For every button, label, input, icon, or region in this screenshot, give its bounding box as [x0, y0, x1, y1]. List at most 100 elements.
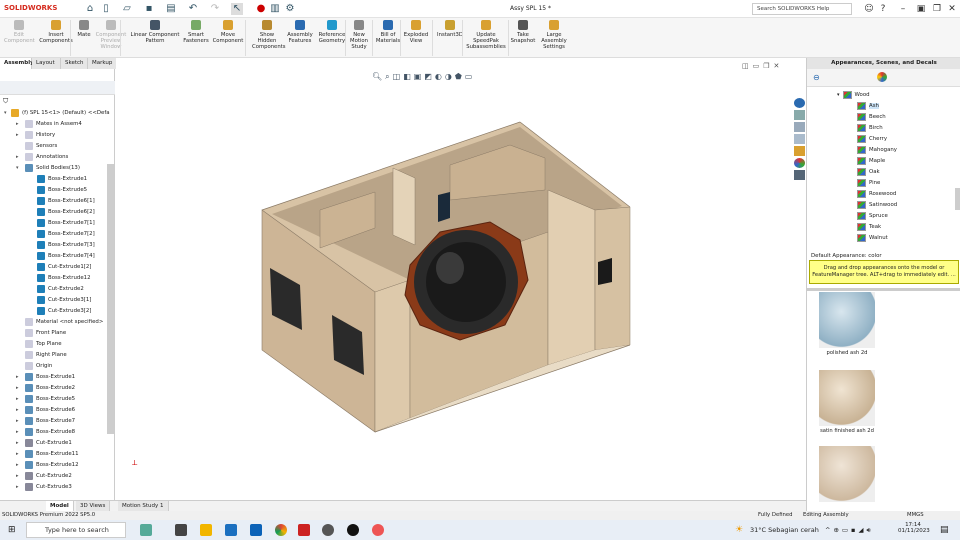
expand-toggle-icon[interactable]: ▸ [16, 405, 19, 416]
wood-mahogany[interactable]: Mahogany [857, 145, 897, 156]
notifications-icon[interactable]: ▤ [940, 525, 949, 535]
tree-item[interactable]: ▸ Boss-Extrude11 [16, 449, 79, 460]
tree-item[interactable]: Cut-Extrude1[2] [37, 262, 91, 273]
component-preview-window-button[interactable]: Component Preview Window [94, 20, 128, 51]
tree-root[interactable]: ▾ (f) SPL 15<1> (Default) <<Defa [4, 108, 110, 119]
new-motion-study-button[interactable]: New Motion Study [348, 20, 370, 51]
tree-item[interactable]: Boss-Extrude7[4] [37, 251, 95, 262]
tree-item[interactable]: ▸ Boss-Extrude5 [16, 394, 75, 405]
unit-system[interactable]: MMGS [907, 511, 924, 520]
tree-item[interactable]: Boss-Extrude6[2] [37, 207, 95, 218]
smart-fasteners-button[interactable]: Smart Fasteners [182, 20, 210, 44]
tree-item[interactable]: Origin [25, 361, 52, 372]
tree-item[interactable]: Boss-Extrude7[1] [37, 218, 95, 229]
tree-item[interactable]: Front Plane [25, 328, 66, 339]
wood-beech[interactable]: Beech [857, 112, 886, 123]
edit-component-button[interactable]: Edit Component [4, 20, 35, 44]
solidworks-taskbar-icon[interactable] [298, 524, 310, 536]
speaker-box-model[interactable] [116, 58, 806, 500]
tile-button[interactable]: ▣ [914, 2, 928, 16]
tab-assembly[interactable]: Assembly [0, 58, 34, 69]
user-icon[interactable]: ☺ [862, 2, 876, 16]
print-icon[interactable]: ▤ [165, 3, 177, 15]
insert-components-button[interactable]: Insert Components [38, 20, 74, 44]
help-search-input[interactable]: Search SOLIDWORKS Help [752, 3, 852, 15]
bottom-tab-motion-study-1[interactable]: Motion Study 1 [118, 501, 169, 511]
expand-toggle-icon[interactable]: ▸ [16, 427, 19, 438]
mate-button[interactable]: Mate [76, 20, 92, 38]
undo-icon[interactable]: ↶ [187, 3, 199, 15]
expand-toggle-icon[interactable]: ▸ [16, 130, 19, 141]
help-icon[interactable]: ? [876, 2, 890, 16]
wood-oak[interactable]: Oak [857, 167, 880, 178]
expand-toggle-icon[interactable]: ▸ [16, 482, 19, 493]
expand-toggle-icon[interactable]: ▸ [16, 383, 19, 394]
minimize-button[interactable]: – [896, 2, 910, 16]
home-icon[interactable]: ⌂ [84, 3, 96, 15]
bottom-tab-model[interactable]: Model [46, 501, 74, 511]
thumbnail-ash[interactable] [819, 446, 875, 502]
linear-component-pattern-button[interactable]: Linear Component Pattern [130, 20, 180, 44]
tree-item[interactable]: ▸ Boss-Extrude2 [16, 383, 75, 394]
wood-spruce[interactable]: Spruce [857, 211, 888, 222]
file-properties-icon[interactable]: ▥ [269, 3, 281, 15]
tree-item[interactable]: Boss-Extrude6[1] [37, 196, 95, 207]
folder-wood[interactable]: ▾ Wood [837, 90, 870, 101]
graphics-viewport[interactable]: 🔍︎⌕◫◧▣◩◐◑⬟▭ ◫▭❐✕ ⟂ [116, 58, 806, 500]
exploded-view-button[interactable]: Exploded View [402, 20, 430, 44]
take-snapshot-button[interactable]: Take Snapshot [510, 20, 536, 44]
expand-toggle-icon[interactable]: ▸ [16, 152, 19, 163]
expand-toggle-icon[interactable]: ▸ [16, 460, 19, 471]
back-icon[interactable]: ⊖ [813, 73, 820, 82]
expand-toggle-icon[interactable]: ▸ [16, 394, 19, 405]
tree-item[interactable]: Cut-Extrude3[1] [37, 295, 91, 306]
tree-item[interactable]: Boss-Extrude5 [37, 185, 87, 196]
tab-layout[interactable]: Layout [32, 58, 61, 69]
tree-item[interactable]: Sensors [25, 141, 57, 152]
file-explorer-icon[interactable] [200, 524, 212, 536]
obs-icon[interactable] [347, 524, 359, 536]
tree-item[interactable]: Boss-Extrude1 [37, 174, 87, 185]
filter-icon[interactable]: ⛉ [3, 97, 8, 106]
move-component-button[interactable]: Move Component [212, 20, 244, 44]
wood-walnut[interactable]: Walnut [857, 233, 888, 244]
weather-text[interactable]: 31°C Sebagian cerah [750, 526, 819, 534]
update-speedpak-subassemblies-button[interactable]: Update SpeedPak Subassemblies [466, 20, 506, 51]
tree-item[interactable]: ▾ Solid Bodies(13) [16, 163, 80, 174]
wood-ash[interactable]: Ash [857, 101, 879, 112]
tree-item[interactable]: ▸ Boss-Extrude6 [16, 405, 75, 416]
thumbnail-satin-ash[interactable] [819, 370, 875, 426]
weather-icon[interactable]: ☀ [735, 525, 743, 535]
widgets-icon[interactable] [140, 524, 152, 536]
expand-toggle-icon[interactable]: ▸ [16, 119, 19, 130]
tree-item[interactable]: ▸ Boss-Extrude7 [16, 416, 75, 427]
reference-geometry-button[interactable]: Reference Geometry [316, 20, 348, 44]
tree-item[interactable]: ▸ History [16, 130, 55, 141]
tree-item[interactable]: ▸ Boss-Extrude8 [16, 427, 75, 438]
tree-item[interactable]: Boss-Extrude7[2] [37, 229, 95, 240]
tab-sketch[interactable]: Sketch [61, 58, 88, 69]
tree-item[interactable]: ▸ Boss-Extrude1 [16, 372, 75, 383]
task-view-icon[interactable] [175, 524, 187, 536]
rebuild-icon[interactable]: ● [255, 3, 267, 15]
pane-toolbar[interactable]: ⊖ [807, 69, 960, 87]
tree-item[interactable]: ▸ Cut-Extrude3 [16, 482, 72, 493]
panel-tabs-toolbar[interactable] [0, 81, 115, 95]
tree-item[interactable]: Top Plane [25, 339, 62, 350]
wood-satinwood[interactable]: Satinwood [857, 200, 897, 211]
wood-maple[interactable]: Maple [857, 156, 885, 167]
tree-item[interactable]: ▸ Annotations [16, 152, 68, 163]
tree-item[interactable]: Right Plane [25, 350, 67, 361]
tree-item[interactable]: ▸ Cut-Extrude2 [16, 471, 72, 482]
expand-toggle-icon[interactable]: ▾ [16, 163, 19, 174]
settings-icon[interactable] [322, 524, 334, 536]
save-icon[interactable]: ▪ [143, 3, 155, 15]
expand-toggle-icon[interactable]: ▸ [16, 416, 19, 427]
bottom-tab-3d-views[interactable]: 3D Views [76, 501, 111, 511]
close-button[interactable]: ✕ [945, 2, 959, 16]
tree-item[interactable]: Cut-Extrude2 [37, 284, 84, 295]
splitter[interactable] [807, 288, 960, 291]
restore-button[interactable]: ❐ [930, 2, 944, 16]
tree-item[interactable]: Material <not specified> [25, 317, 103, 328]
select-icon[interactable]: ↖ [231, 3, 243, 15]
